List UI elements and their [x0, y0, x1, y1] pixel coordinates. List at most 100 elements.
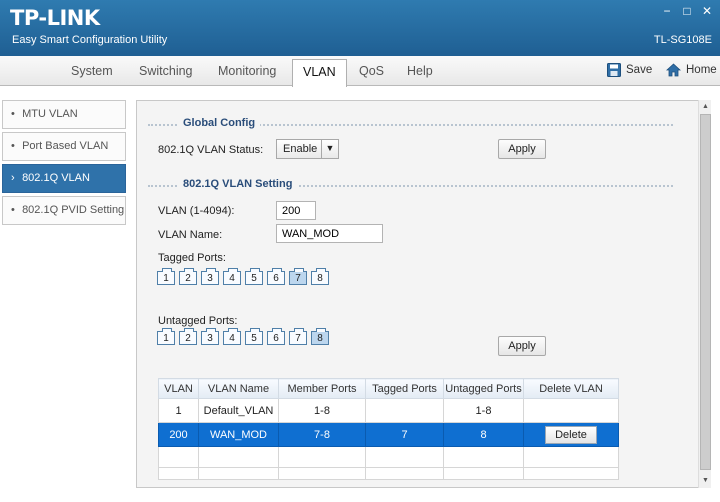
sidebar-item-label: 802.1Q VLAN — [22, 172, 90, 184]
untagged-port-1[interactable]: 1 — [157, 328, 175, 345]
bullet-icon: • — [11, 140, 15, 152]
tagged-port-1[interactable]: 1 — [157, 268, 175, 285]
tagged-port-3[interactable]: 3 — [201, 268, 219, 285]
empty-cell — [158, 446, 199, 468]
column-header: VLAN Name — [198, 378, 279, 399]
vlan-setting-title: 802.1Q VLAN Setting — [178, 178, 298, 190]
vlan-name-cell: WAN_MOD — [198, 422, 279, 447]
vlan-id-cell: 200 — [158, 422, 199, 447]
sidebar-item-802-1q-vlan[interactable]: › 802.1Q VLAN — [2, 164, 126, 193]
tab-system[interactable]: System — [71, 64, 113, 78]
vlan-apply-button[interactable]: Apply — [498, 336, 546, 356]
table-row[interactable]: 1 Default_VLAN 1-8 1-8 — [158, 398, 619, 423]
chevron-right-icon: › — [11, 172, 15, 184]
tagged-port-6[interactable]: 6 — [267, 268, 285, 285]
empty-cell — [198, 467, 279, 480]
column-header: Delete VLAN — [523, 378, 619, 399]
tp-link-logo: TP-LINK — [10, 6, 100, 30]
member-ports-cell: 1-8 — [278, 398, 366, 423]
vlan-id-label: VLAN (1-4094): — [158, 205, 235, 217]
untagged-ports-cell: 1-8 — [443, 398, 524, 423]
delete-vlan-button[interactable]: Delete — [545, 425, 597, 444]
global-config-title: Global Config — [178, 117, 261, 129]
close-icon[interactable]: ✕ — [700, 4, 714, 18]
vlan-status-value: Enable — [283, 143, 318, 155]
home-icon — [666, 63, 681, 77]
maximize-icon[interactable]: □ — [680, 4, 694, 18]
untagged-port-4[interactable]: 4 — [223, 328, 241, 345]
sidebar-item-label: MTU VLAN — [22, 108, 78, 120]
global-apply-button[interactable]: Apply — [498, 139, 546, 159]
untagged-port-7[interactable]: 7 — [289, 328, 307, 345]
delete-cell: Delete — [523, 422, 619, 447]
table-row-empty — [158, 467, 619, 480]
minimize-icon[interactable]: − — [660, 4, 674, 18]
column-header: Member Ports — [278, 378, 366, 399]
bullet-icon: • — [11, 108, 15, 120]
empty-cell — [198, 446, 279, 468]
vlan-name-cell: Default_VLAN — [198, 398, 279, 423]
table-row-selected[interactable]: 200 WAN_MOD 7-8 7 8 Delete — [158, 422, 619, 447]
tab-switching[interactable]: Switching — [139, 64, 193, 78]
column-header: Tagged Ports — [365, 378, 444, 399]
untagged-port-6[interactable]: 6 — [267, 328, 285, 345]
home-label: Home — [686, 64, 717, 76]
untagged-port-5[interactable]: 5 — [245, 328, 263, 345]
column-header: VLAN — [158, 378, 199, 399]
tagged-ports-label: Tagged Ports: — [158, 252, 226, 264]
delete-cell — [523, 398, 619, 423]
empty-cell — [443, 467, 524, 480]
title-bar: TP-LINK Easy Smart Configuration Utility… — [0, 0, 720, 56]
empty-cell — [278, 467, 366, 480]
vlan-name-input[interactable] — [276, 224, 383, 243]
tab-vlan[interactable]: VLAN — [292, 59, 347, 87]
sidebar-item-label: 802.1Q PVID Setting — [22, 204, 125, 216]
untagged-ports-cell: 8 — [443, 422, 524, 447]
tagged-port-2[interactable]: 2 — [179, 268, 197, 285]
tab-qos[interactable]: QoS — [359, 64, 384, 78]
untagged-port-3[interactable]: 3 — [201, 328, 219, 345]
untagged-ports-label: Untagged Ports: — [158, 315, 238, 327]
untagged-port-8[interactable]: 8 — [311, 328, 329, 345]
empty-cell — [523, 467, 619, 480]
member-ports-cell: 7-8 — [278, 422, 366, 447]
sidebar-item-802-1q-pvid-setting[interactable]: • 802.1Q PVID Setting — [2, 196, 126, 225]
tagged-port-5[interactable]: 5 — [245, 268, 263, 285]
home-button[interactable]: Home — [666, 63, 717, 77]
empty-cell — [365, 446, 444, 468]
untagged-port-2[interactable]: 2 — [179, 328, 197, 345]
sidebar-item-mtu-vlan[interactable]: • MTU VLAN — [2, 100, 126, 129]
vlan-name-label: VLAN Name: — [158, 229, 223, 241]
column-header: Untagged Ports — [443, 378, 524, 399]
tagged-ports-group: 12345678 — [157, 268, 329, 285]
save-button[interactable]: Save — [607, 63, 652, 77]
scroll-up-icon[interactable]: ▲ — [699, 100, 712, 114]
tagged-port-4[interactable]: 4 — [223, 268, 241, 285]
chevron-down-icon: ▼ — [321, 140, 338, 158]
sidebar-item-port-based-vlan[interactable]: • Port Based VLAN — [2, 132, 126, 161]
device-model: TL-SG108E — [653, 34, 712, 46]
save-icon — [607, 63, 621, 77]
vlan-status-label: 802.1Q VLAN Status: — [158, 144, 264, 156]
tab-monitoring[interactable]: Monitoring — [218, 64, 276, 78]
tagged-ports-cell: 7 — [365, 422, 444, 447]
empty-cell — [158, 467, 199, 480]
scroll-down-icon[interactable]: ▼ — [699, 474, 712, 488]
vlan-id-input[interactable] — [276, 201, 316, 220]
tagged-port-7[interactable]: 7 — [289, 268, 307, 285]
vlan-table: VLAN VLAN Name Member Ports Tagged Ports… — [158, 378, 619, 480]
empty-cell — [443, 446, 524, 468]
menu-bar: System Switching Monitoring VLAN QoS Hel… — [0, 56, 720, 87]
scrollbar-thumb[interactable] — [700, 114, 711, 470]
bullet-icon: • — [11, 204, 15, 216]
vertical-scrollbar[interactable]: ▲ ▼ — [698, 100, 711, 488]
empty-cell — [278, 446, 366, 468]
vlan-status-select[interactable]: Enable ▼ — [276, 139, 339, 159]
empty-cell — [365, 467, 444, 480]
tab-help[interactable]: Help — [407, 64, 433, 78]
table-row-empty — [158, 446, 619, 468]
tagged-port-8[interactable]: 8 — [311, 268, 329, 285]
sidebar-item-label: Port Based VLAN — [22, 140, 109, 152]
save-label: Save — [626, 64, 653, 76]
untagged-ports-group: 12345678 — [157, 328, 329, 345]
